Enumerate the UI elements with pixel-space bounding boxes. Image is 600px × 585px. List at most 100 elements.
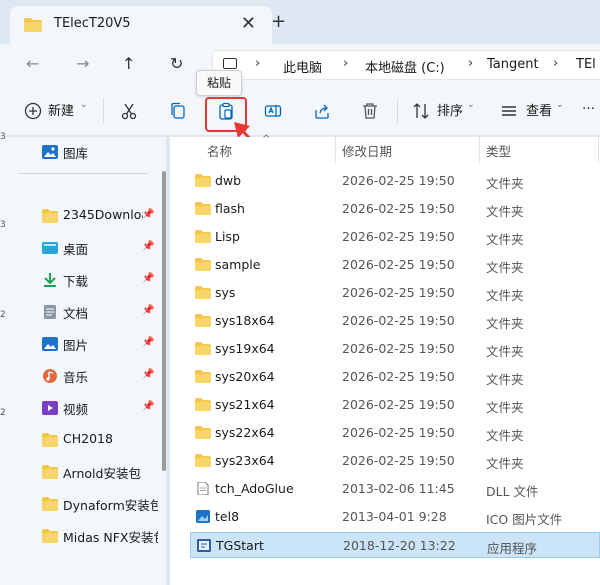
file-date: 2026-02-25 19:50	[342, 369, 455, 384]
share-icon[interactable]	[313, 102, 331, 120]
pin-icon: 📌	[142, 241, 155, 252]
file-name: flash	[215, 201, 245, 216]
breadcrumb-this-pc[interactable]: 此电脑	[283, 57, 322, 76]
file-row-tch-adoglue[interactable]: tch_AdoGlue 2013-02-06 11:45 DLL 文件	[190, 476, 600, 502]
folder-icon	[195, 174, 211, 187]
file-name: sys22x64	[215, 425, 275, 440]
sidebar-item-arnold[interactable]: Arnold安装包	[40, 458, 158, 486]
file-row-sample[interactable]: sample 2026-02-25 19:50 文件夹	[190, 252, 600, 278]
sidebar-scrollbar[interactable]	[162, 171, 166, 471]
column-divider[interactable]	[598, 137, 599, 163]
edge-mark: 2	[0, 310, 6, 320]
tab-telect20v5[interactable]: TElecT20V5 ✕	[10, 6, 272, 44]
sidebar-item-pictures[interactable]: 图片 📌	[40, 330, 158, 358]
file-date: 2026-02-25 19:50	[342, 397, 455, 412]
file-row-flash[interactable]: flash 2026-02-25 19:50 文件夹	[190, 196, 600, 222]
file-row-sys23x64[interactable]: sys23x64 2026-02-25 19:50 文件夹	[190, 448, 600, 474]
sidebar-item-dynaform[interactable]: Dynaform安装包	[40, 490, 158, 518]
file-date: 2026-02-25 19:50	[342, 257, 455, 272]
file-date: 2026-02-25 19:50	[342, 285, 455, 300]
edge-mark: 3	[0, 220, 6, 230]
new-button[interactable]: 新建	[48, 100, 74, 119]
sidebar-item-label: 图片	[63, 338, 89, 353]
video-icon	[42, 401, 58, 415]
column-header-date[interactable]: 修改日期	[342, 141, 392, 160]
chevron-right-icon[interactable]: ›	[553, 56, 558, 71]
chevron-down-icon[interactable]: ⌄	[80, 100, 88, 110]
breadcrumb-local-disk[interactable]: 本地磁盘 (C:)	[365, 57, 445, 76]
sidebar-item-desktop[interactable]: 桌面 📌	[40, 234, 158, 262]
view-list-icon[interactable]	[500, 102, 518, 120]
file-date: 2026-02-25 19:50	[342, 341, 455, 356]
file-name: dwb	[215, 173, 242, 188]
folder-icon	[24, 18, 42, 32]
chevron-down-icon[interactable]: ⌄	[556, 100, 564, 110]
refresh-icon[interactable]: ↻	[170, 54, 183, 73]
sidebar-item-music[interactable]: 音乐 📌	[40, 362, 158, 390]
breadcrumb-telect[interactable]: TEl	[576, 57, 596, 72]
file-row-sys21x64[interactable]: sys21x64 2026-02-25 19:50 文件夹	[190, 392, 600, 418]
address-bar[interactable]: › 此电脑 › 本地磁盘 (C:) › Tangent › TEl	[212, 50, 600, 80]
sidebar-item-2345downloads[interactable]: 2345Downloa 📌	[40, 202, 158, 230]
file-row-sys19x64[interactable]: sys19x64 2026-02-25 19:50 文件夹	[190, 336, 600, 362]
file-date: 2026-02-25 19:50	[342, 425, 455, 440]
sidebar-item-label: 文档	[63, 306, 89, 321]
music-icon	[43, 369, 57, 383]
new-tab-button[interactable]: +	[271, 11, 286, 32]
paste-tooltip: 粘贴	[196, 70, 242, 96]
more-options-icon[interactable]: …	[582, 98, 595, 113]
file-type: 文件夹	[486, 288, 524, 303]
forward-arrow-icon[interactable]: →	[76, 54, 89, 73]
sidebar-item-documents[interactable]: 文档 📌	[40, 298, 158, 326]
file-name: sample	[215, 257, 261, 272]
close-tab-icon[interactable]: ✕	[241, 13, 256, 34]
folder-icon	[195, 370, 211, 383]
folder-icon	[195, 314, 211, 327]
view-button[interactable]: 查看	[526, 100, 552, 119]
chevron-right-icon[interactable]: ›	[255, 56, 260, 71]
file-row-lisp[interactable]: Lisp 2026-02-25 19:50 文件夹	[190, 224, 600, 250]
column-divider[interactable]	[335, 137, 336, 163]
sort-icon[interactable]	[412, 102, 430, 120]
sidebar-item-downloads[interactable]: 下载 📌	[40, 266, 158, 294]
file-row-sys18x64[interactable]: sys18x64 2026-02-25 19:50 文件夹	[190, 308, 600, 334]
file-row-tgstart[interactable]: TGStart 2018-12-20 13:22 应用程序	[190, 532, 600, 558]
chevron-down-icon[interactable]: ⌄	[467, 100, 475, 110]
file-row-tel8[interactable]: tel8 2013-04-01 9:28 ICO 图片文件	[190, 504, 600, 530]
file-row-sys[interactable]: sys 2026-02-25 19:50 文件夹	[190, 280, 600, 306]
sidebar-item-videos[interactable]: 视频 📌	[40, 394, 158, 422]
sort-button[interactable]: 排序	[437, 100, 463, 119]
sidebar-item-gallery[interactable]: 图库	[40, 138, 158, 166]
column-divider[interactable]	[479, 137, 480, 163]
cut-scissors-icon[interactable]	[120, 102, 138, 120]
copy-icon[interactable]	[169, 102, 187, 120]
chevron-right-icon[interactable]: ›	[468, 56, 473, 71]
file-name: tel8	[215, 509, 240, 524]
chevron-right-icon[interactable]: ›	[343, 56, 348, 71]
edge-mark: 3	[0, 132, 6, 142]
folder-icon	[42, 497, 58, 511]
file-row-dwb[interactable]: dwb 2026-02-25 19:50 文件夹	[190, 168, 600, 194]
tab-title: TElecT20V5	[54, 16, 131, 31]
file-date: 2013-04-01 9:28	[342, 509, 447, 524]
sidebar-item-label: Midas NFX安装包	[63, 530, 158, 545]
file-row-sys22x64[interactable]: sys22x64 2026-02-25 19:50 文件夹	[190, 420, 600, 446]
new-plus-icon[interactable]	[24, 102, 42, 120]
column-header-type[interactable]: 类型	[486, 141, 511, 160]
breadcrumb-tangent[interactable]: Tangent	[487, 57, 539, 72]
file-row-sys20x64[interactable]: sys20x64 2026-02-25 19:50 文件夹	[190, 364, 600, 390]
file-date: 2018-12-20 13:22	[343, 538, 456, 553]
sidebar-item-label: 图库	[63, 146, 89, 161]
up-arrow-icon[interactable]: ↑	[122, 54, 135, 73]
delete-trash-icon[interactable]	[361, 102, 379, 120]
pin-icon: 📌	[142, 337, 155, 348]
sidebar-item-label: CH2018	[63, 431, 113, 446]
back-arrow-icon[interactable]: ←	[26, 54, 39, 73]
column-header-name[interactable]: 名称	[207, 141, 232, 160]
file-type: 文件夹	[486, 204, 524, 219]
sidebar-item-midas-nfx[interactable]: Midas NFX安装包	[40, 522, 158, 550]
sidebar-item-ch2018[interactable]: CH2018	[40, 426, 158, 454]
file-date: 2013-02-06 11:45	[342, 481, 455, 496]
file-name: sys23x64	[215, 453, 275, 468]
file-type: 文件夹	[486, 456, 524, 471]
